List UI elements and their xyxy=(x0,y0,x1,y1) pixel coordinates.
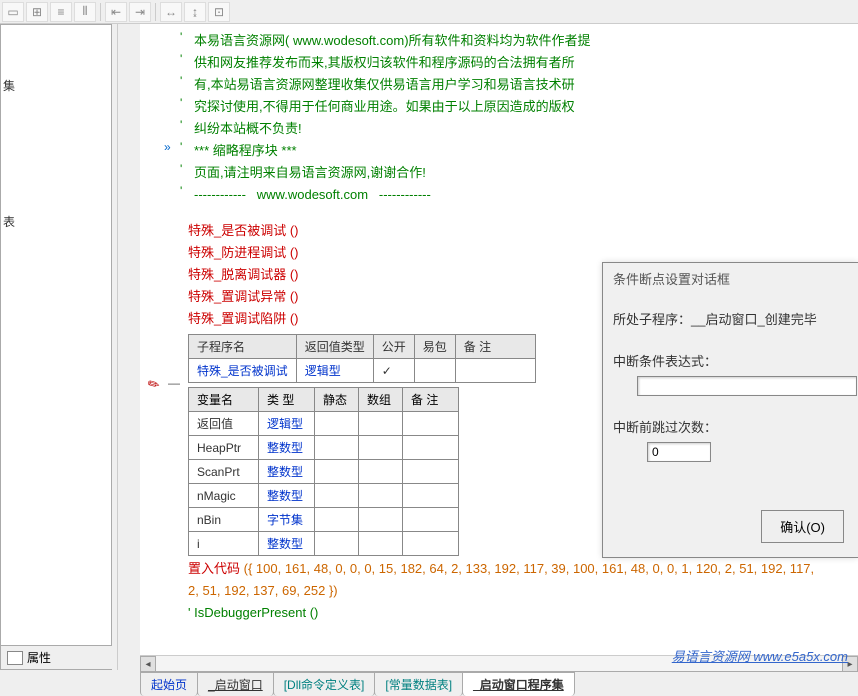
tab-bar: 起始页 _启动窗口 [Dll命令定义表] [常量数据表] _启动窗口程序集 xyxy=(140,671,858,695)
sub-th: 备 注 xyxy=(455,335,535,359)
tab-dll[interactable]: [Dll命令定义表] xyxy=(273,672,376,696)
left-text-1: 集 xyxy=(3,77,15,94)
comment-line: ------------ www.wodesoft.com ----------… xyxy=(140,187,431,202)
fold-marker-icon[interactable]: » xyxy=(164,140,171,154)
left-text-2: 表 xyxy=(3,213,15,230)
asm-prefix: 置入代码 xyxy=(188,561,240,576)
tool-icon-7[interactable]: ↔ xyxy=(160,2,182,22)
left-panel: 集 表 属性 xyxy=(0,24,112,670)
comment-line: 究探讨使用,不得用于任何商业用途。如果由于以上原因造成的版权 xyxy=(140,99,575,114)
properties-tab[interactable]: 属性 xyxy=(1,645,113,669)
tool-icon-9[interactable]: ⊡ xyxy=(208,2,230,22)
table-row[interactable]: nBin字节集 xyxy=(189,508,459,532)
tool-icon-2[interactable]: ⊞ xyxy=(26,2,48,22)
tool-icon-8[interactable]: ↨ xyxy=(184,2,206,22)
breakpoint-dialog: 条件断点设置对话框 所处子程序：__启动窗口_创建完毕 中断条件表达式： 中断前… xyxy=(602,262,858,558)
cond-label: 中断条件表达式： xyxy=(613,350,848,374)
var-th: 备 注 xyxy=(403,388,459,412)
func-call: 特殊_是否被调试 () xyxy=(140,220,858,242)
ok-button[interactable]: 确认(O) xyxy=(761,510,844,543)
var-th: 静态 xyxy=(315,388,359,412)
var-th: 数组 xyxy=(359,388,403,412)
comment-line: 纠纷本站概不负责! xyxy=(140,121,302,136)
tool-icon-6[interactable]: ⇥ xyxy=(129,2,151,22)
sub-pkg xyxy=(414,359,455,383)
properties-icon xyxy=(7,651,23,665)
sub-pub: ✓ xyxy=(373,359,414,383)
proc-name: __启动窗口_创建完毕 xyxy=(691,312,817,327)
tab-active[interactable]: _启动窗口程序集 xyxy=(462,672,575,696)
comment-line: 有,本站易语言资源网整理收集仅供易语言用户学习和易语言技术研 xyxy=(140,77,575,92)
tool-icon-4[interactable]: ⫴ xyxy=(74,2,96,22)
sub-th: 公开 xyxy=(373,335,414,359)
sub-th: 返回值类型 xyxy=(296,335,373,359)
variable-table: 变量名 类 型 静态 数组 备 注 返回值逻辑型 HeapPtr整数型 Scan… xyxy=(188,387,459,556)
sub-th: 子程序名 xyxy=(189,335,297,359)
table-row[interactable]: 返回值逻辑型 xyxy=(189,412,459,436)
var-th: 类 型 xyxy=(259,388,315,412)
sub-type: 逻辑型 xyxy=(305,364,341,378)
watermark: 易语言资源网 www.e5a5x.com xyxy=(672,646,848,665)
comment-line: 页面,请注明来自易语言资源网,谢谢合作! xyxy=(140,165,426,180)
sub-name: 特殊_是否被调试 xyxy=(197,364,288,378)
skip-count-input[interactable] xyxy=(647,442,711,462)
panel-divider[interactable] xyxy=(112,24,118,670)
subroutine-table: 子程序名 返回值类型 公开 易包 备 注 特殊_是否被调试 逻辑型 ✓ xyxy=(188,334,536,383)
table-row[interactable]: 特殊_是否被调试 逻辑型 ✓ xyxy=(189,359,536,383)
condition-input[interactable] xyxy=(637,376,857,396)
comment-line: 本易语言资源网( www.wodesoft.com)所有软件和资料均为软件作者提 xyxy=(140,33,591,48)
table-row[interactable]: ScanPrt整数型 xyxy=(189,460,459,484)
table-row[interactable]: i整数型 xyxy=(189,532,459,556)
properties-label: 属性 xyxy=(27,649,51,666)
tab-window[interactable]: _启动窗口 xyxy=(197,672,274,696)
tool-icon-1[interactable]: ▭ xyxy=(2,2,24,22)
dialog-title: 条件断点设置对话框 xyxy=(603,263,858,294)
scroll-left-icon[interactable]: ◂ xyxy=(140,656,156,672)
var-th: 变量名 xyxy=(189,388,259,412)
debugger-comment: ' IsDebuggerPresent () xyxy=(140,602,858,624)
table-row[interactable]: nMagic整数型 xyxy=(189,484,459,508)
collapse-marker[interactable]: — xyxy=(168,376,180,390)
tool-icon-5[interactable]: ⇤ xyxy=(105,2,127,22)
asm-code: ({ 100, 161, 48, 0, 0, 0, 15, 182, 64, 2… xyxy=(188,561,814,598)
tab-const[interactable]: [常量数据表] xyxy=(374,672,463,696)
tab-start[interactable]: 起始页 xyxy=(140,672,198,696)
tool-icon-3[interactable]: ≡ xyxy=(50,2,72,22)
table-row[interactable]: HeapPtr整数型 xyxy=(189,436,459,460)
sub-note xyxy=(455,359,535,383)
sub-th: 易包 xyxy=(414,335,455,359)
skip-label: 中断前跳过次数： xyxy=(613,416,848,440)
comment-line: 供和网友推荐发布而来,其版权归该软件和程序源码的合法拥有者所 xyxy=(140,55,575,70)
func-call: 特殊_防进程调试 () xyxy=(140,242,858,264)
toolbar: ▭ ⊞ ≡ ⫴ ⇤ ⇥ ↔ ↨ ⊡ xyxy=(0,0,858,24)
proc-label: 所处子程序： xyxy=(613,312,691,327)
